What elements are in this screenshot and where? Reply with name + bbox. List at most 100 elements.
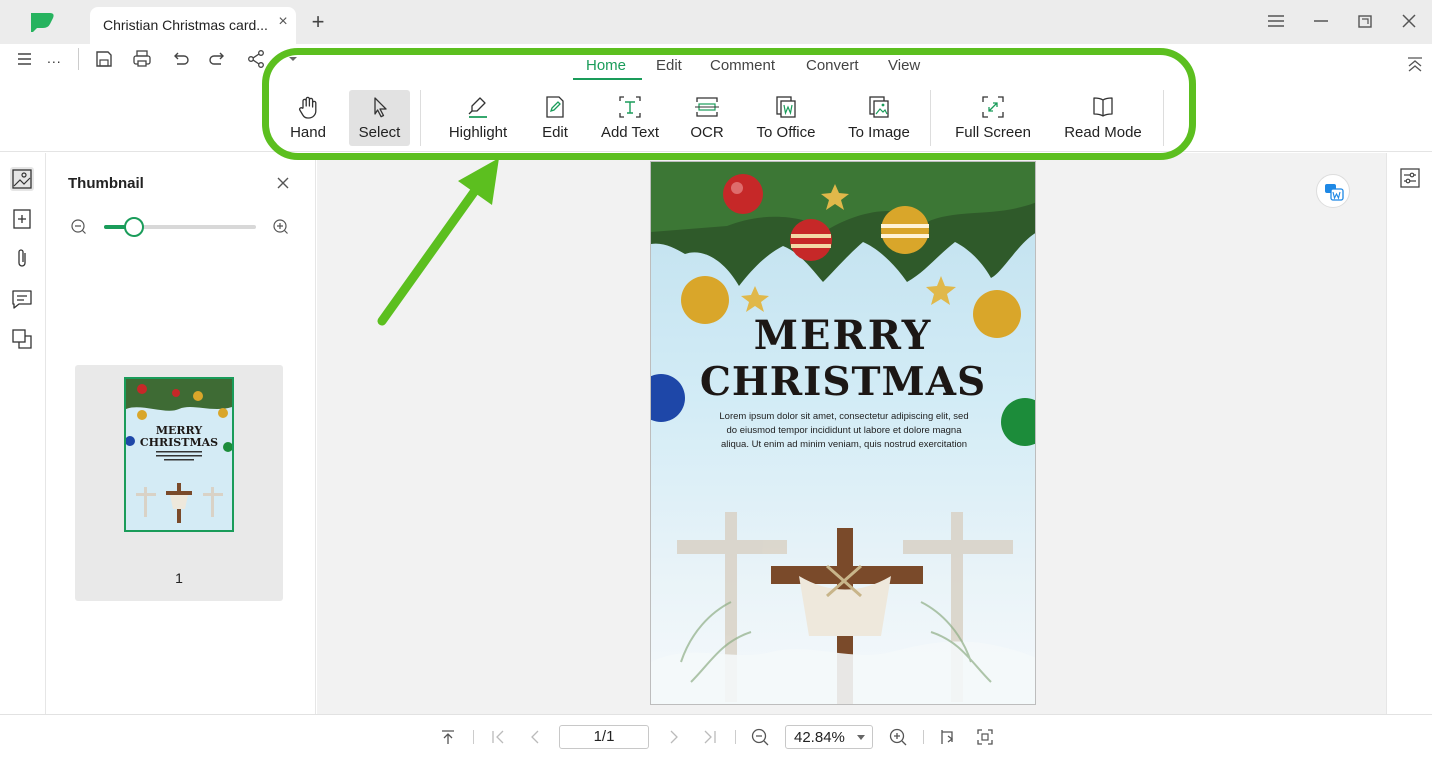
read-mode-tool-label: Read Mode (1064, 124, 1142, 141)
card-body-text: Lorem ipsum dolor sit amet, consectetur … (719, 411, 969, 450)
tool-divider (930, 90, 931, 146)
divider (735, 730, 736, 744)
tab-convert[interactable]: Convert (806, 57, 859, 74)
properties-panel-icon[interactable] (1399, 167, 1421, 189)
to-office-tool-label: To Office (756, 124, 816, 141)
cursor-icon (373, 97, 387, 118)
translate-icon (1325, 184, 1344, 201)
divider (78, 48, 79, 70)
to-image-tool-button[interactable]: To Image (842, 90, 916, 146)
zoom-in-icon[interactable] (272, 218, 290, 236)
dropdown-icon[interactable] (286, 52, 300, 66)
ocr-tool-button[interactable]: OCR (686, 90, 728, 146)
card-title-line1: MERRY (753, 312, 933, 359)
page-thumbnail[interactable]: MERRY CHRISTMAS 1 (75, 365, 283, 601)
more-menu[interactable]: ... (47, 50, 62, 66)
last-page-icon[interactable] (700, 727, 720, 747)
hamburger-menu-icon[interactable] (14, 48, 36, 70)
app-logo-icon (31, 13, 54, 32)
to-image-icon (869, 96, 889, 118)
fit-page-icon[interactable] (975, 727, 995, 747)
window-close-icon[interactable] (1396, 10, 1422, 32)
highlight-tool-button[interactable]: Highlight (440, 90, 516, 146)
translate-button[interactable] (1316, 174, 1350, 208)
hand-tool-button[interactable]: Hand (283, 90, 333, 146)
card-title-line2: CHRISTMAS (699, 359, 987, 405)
tab-view[interactable]: View (888, 57, 920, 74)
scroll-to-top-icon[interactable] (438, 727, 458, 747)
title-bar: Christian Christmas card... × + (0, 0, 1432, 44)
new-tab-icon[interactable]: + (308, 11, 328, 33)
previous-page-icon[interactable] (525, 727, 545, 747)
pdf-page[interactable]: MERRY CHRISTMAS Lorem ipsum dolor sit am… (650, 161, 1036, 705)
print-icon[interactable] (131, 48, 153, 70)
restore-icon[interactable] (1352, 10, 1378, 32)
divider (473, 730, 474, 744)
next-page-icon[interactable] (664, 727, 684, 747)
to-office-icon (776, 96, 796, 118)
to-office-tool-button[interactable]: To Office (750, 90, 822, 146)
ribbon-toolbar: ... Home Edit Comment Convert View Hand (0, 44, 1432, 152)
share-icon[interactable] (245, 48, 267, 70)
thumbnail-size-slider[interactable] (104, 217, 256, 237)
tab-title: Christian Christmas card... (103, 17, 268, 33)
thumbnail-panel: Thumbnail MERRY CHRISTMAS 1 (46, 153, 316, 714)
thumbnail-page-number: 1 (175, 570, 183, 586)
page-number-input[interactable]: 1/1 (559, 725, 649, 749)
tab-edit[interactable]: Edit (656, 57, 682, 74)
zoom-in-icon[interactable] (888, 727, 908, 747)
hand-icon (299, 96, 317, 119)
add-text-tool-label: Add Text (600, 124, 660, 141)
read-mode-tool-button[interactable]: Read Mode (1058, 90, 1148, 146)
save-icon[interactable] (93, 48, 115, 70)
fit-width-icon[interactable] (938, 727, 958, 747)
add-text-tool-button[interactable]: Add Text (595, 90, 665, 146)
highlighter-icon (468, 97, 487, 118)
thumbnail-preview: MERRY CHRISTMAS (124, 377, 234, 532)
zoom-value: 42.84% (794, 729, 845, 746)
full-screen-tool-label: Full Screen (955, 124, 1031, 141)
chevron-down-icon (857, 735, 865, 740)
status-bar: 1/1 42.84% (0, 714, 1432, 758)
left-sidebar-rail (0, 153, 46, 714)
first-page-icon[interactable] (488, 727, 508, 747)
redo-icon[interactable] (207, 48, 229, 70)
thumbnail-title-line2: CHRISTMAS (140, 436, 218, 449)
edit-icon (546, 96, 564, 118)
full-screen-icon (982, 96, 1004, 118)
highlight-tool-label: Highlight (448, 124, 508, 141)
edit-tool-button[interactable]: Edit (533, 90, 577, 146)
select-tool-button[interactable]: Select (349, 90, 410, 146)
select-tool-label: Select (358, 124, 401, 141)
full-screen-tool-button[interactable]: Full Screen (950, 90, 1036, 146)
zoom-level-select[interactable]: 42.84% (785, 725, 873, 749)
active-tab-indicator (573, 78, 642, 80)
attachment-icon[interactable] (10, 247, 34, 271)
thumbnail-preview-art: MERRY CHRISTMAS (126, 379, 232, 530)
panel-title: Thumbnail (68, 175, 144, 192)
collapse-ribbon-icon[interactable] (1404, 54, 1426, 76)
minimize-icon[interactable] (1308, 10, 1334, 32)
document-tab[interactable]: Christian Christmas card... × (90, 7, 296, 44)
hand-tool-label: Hand (290, 124, 326, 141)
slider-handle[interactable] (124, 217, 145, 237)
tool-divider (1163, 90, 1164, 146)
document-viewer[interactable]: MERRY CHRISTMAS Lorem ipsum dolor sit am… (317, 153, 1386, 714)
layers-icon[interactable] (10, 327, 34, 351)
divider (923, 730, 924, 744)
bookmark-add-icon[interactable] (10, 207, 34, 231)
thumbnail-icon[interactable] (10, 167, 34, 191)
comment-icon[interactable] (10, 287, 34, 311)
tab-close-icon[interactable]: × (274, 13, 292, 31)
ocr-icon (695, 97, 719, 117)
zoom-out-icon[interactable] (750, 727, 770, 747)
zoom-out-icon[interactable] (70, 218, 88, 236)
ocr-tool-label: OCR (690, 124, 724, 141)
tab-comment[interactable]: Comment (710, 57, 775, 74)
menu-icon[interactable] (1263, 10, 1289, 32)
book-icon (1093, 97, 1113, 117)
tab-home[interactable]: Home (586, 57, 626, 74)
close-icon[interactable] (274, 174, 292, 192)
undo-icon[interactable] (169, 48, 191, 70)
right-sidebar-rail (1386, 153, 1432, 714)
